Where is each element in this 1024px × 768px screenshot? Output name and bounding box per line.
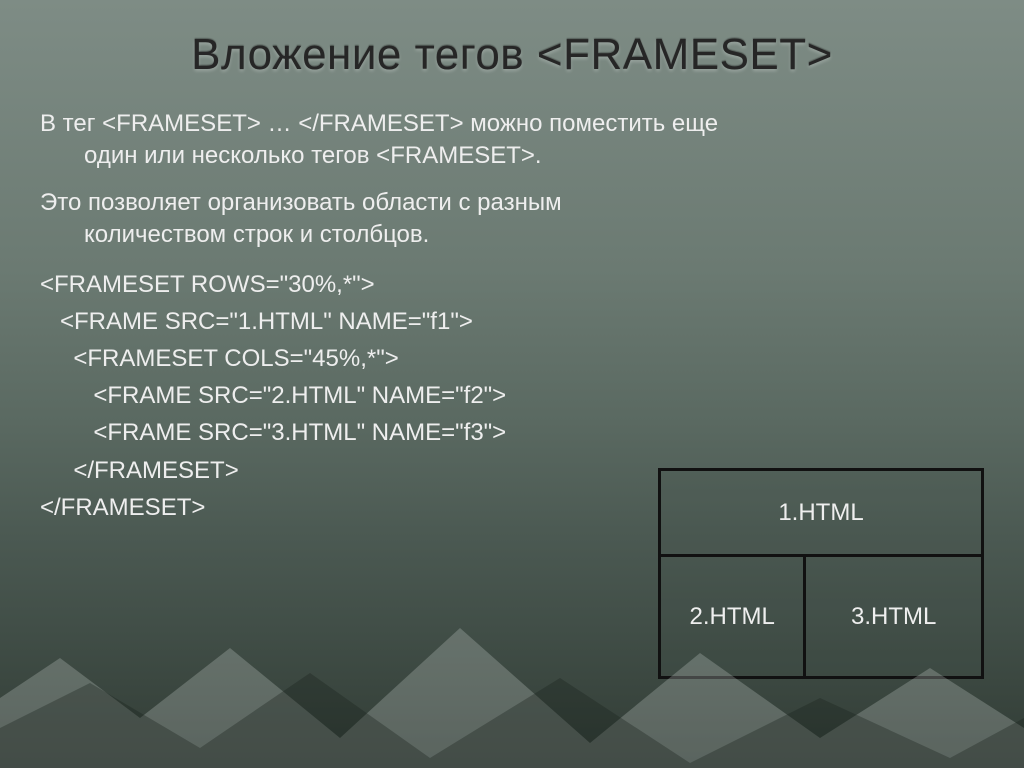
- para1-line1: В тег <FRAMESET> … </FRAMESET> можно пом…: [40, 110, 718, 137]
- slide-title: Вложение тегов <FRAMESET>: [0, 0, 1024, 108]
- code-line-5: <FRAME SRC="3.HTML" NAME="f3">: [40, 414, 984, 451]
- para2-line1: Это позволяет организовать области с раз…: [40, 189, 562, 216]
- diagram-cell-2: 2.HTML: [660, 556, 805, 678]
- code-line-1: <FRAMESET ROWS="30%,*">: [40, 266, 984, 303]
- diagram-cell-3: 3.HTML: [805, 556, 983, 678]
- slide-content: В тег <FRAMESET> … </FRAMESET> можно пом…: [0, 108, 1024, 526]
- diagram-cell-1: 1.HTML: [660, 470, 983, 556]
- code-line-4: <FRAME SRC="2.HTML" NAME="f2">: [40, 377, 984, 414]
- paragraph-2: Это позволяет организовать области с раз…: [40, 187, 984, 252]
- code-line-3: <FRAMESET COLS="45%,*">: [40, 340, 984, 377]
- frameset-diagram: 1.HTML 2.HTML 3.HTML: [658, 468, 984, 679]
- para1-line2: один или несколько тегов <FRAMESET>.: [40, 140, 984, 172]
- para2-line2: количеством строк и столбцов.: [40, 219, 984, 251]
- code-line-2: <FRAME SRC="1.HTML" NAME="f1">: [40, 303, 984, 340]
- paragraph-1: В тег <FRAMESET> … </FRAMESET> можно пом…: [40, 108, 984, 173]
